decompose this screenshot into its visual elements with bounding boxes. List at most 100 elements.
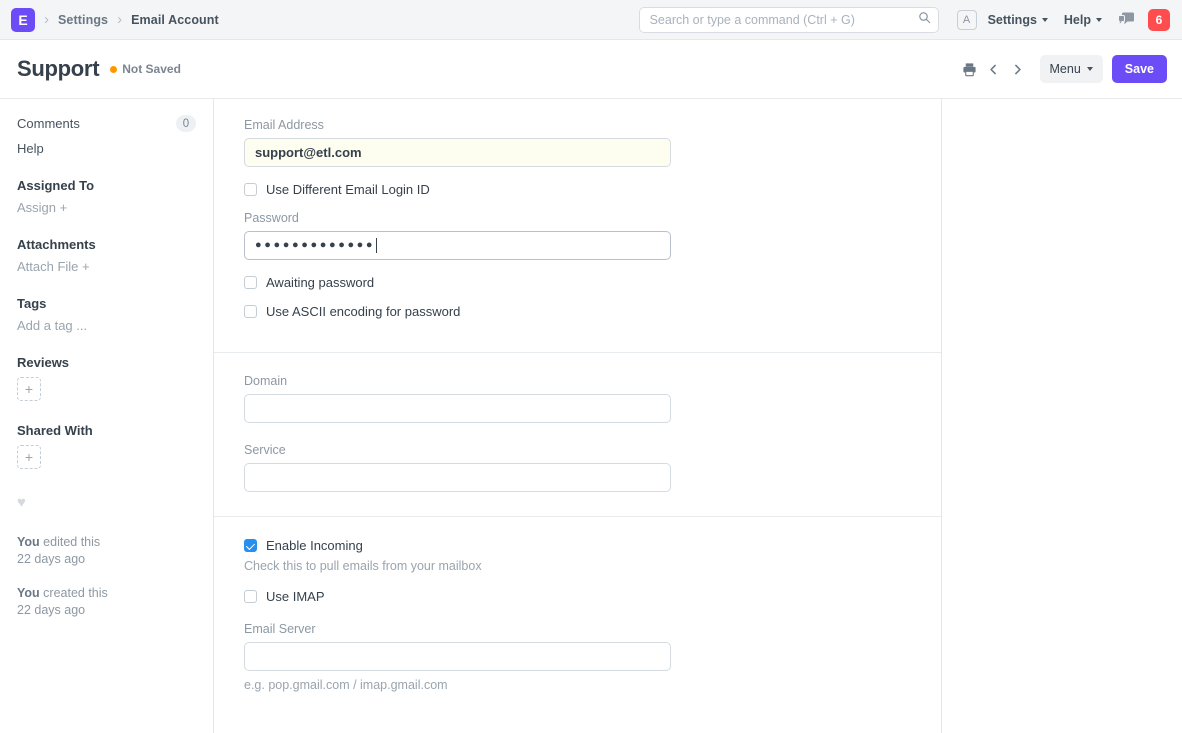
sidebar-heading-tags: Tags xyxy=(17,296,196,311)
field-service: Service xyxy=(244,443,911,492)
checkbox-use-different-login[interactable]: Use Different Email Login ID xyxy=(244,182,911,197)
status-dot-icon xyxy=(110,66,117,73)
main-form: Email Address Use Different Email Login … xyxy=(214,99,942,733)
checkbox-enable-incoming[interactable]: Enable Incoming xyxy=(244,538,911,553)
enable-incoming-label: Enable Incoming xyxy=(266,538,363,553)
activity-created-action: created this xyxy=(43,586,108,600)
next-document-button[interactable] xyxy=(1006,55,1030,83)
awaiting-password-label: Awaiting password xyxy=(266,275,374,290)
checkbox-icon xyxy=(244,539,257,552)
chevron-down-icon xyxy=(1087,67,1093,71)
sidebar-add-review-button[interactable]: + xyxy=(17,377,41,401)
right-gutter xyxy=(942,99,1182,733)
email-server-input[interactable] xyxy=(244,642,671,671)
checkbox-use-imap[interactable]: Use IMAP xyxy=(244,589,911,604)
sidebar-heading-shared-with: Shared With xyxy=(17,423,196,438)
password-label: Password xyxy=(244,211,911,225)
use-imap-label: Use IMAP xyxy=(266,589,325,604)
status-badge: Not Saved xyxy=(110,62,181,76)
sidebar-attach-file-action[interactable]: Attach File + xyxy=(17,259,196,274)
domain-input[interactable] xyxy=(244,394,671,423)
sidebar-item-comments[interactable]: Comments 0 xyxy=(17,115,196,132)
search-container xyxy=(639,7,939,33)
email-server-label: Email Server xyxy=(244,622,911,636)
activity-edited-actor: You xyxy=(17,535,40,549)
breadcrumb-separator-2: › xyxy=(117,12,122,27)
text-cursor xyxy=(376,238,377,253)
checkbox-icon xyxy=(244,305,257,318)
use-different-login-label: Use Different Email Login ID xyxy=(266,182,430,197)
chevron-down-icon xyxy=(1096,18,1102,22)
sidebar-attach-file-label: Attach File xyxy=(17,259,78,274)
titlebar-actions: Menu Save xyxy=(958,40,1167,98)
page-body: Comments 0 Help Assigned To Assign + Att… xyxy=(0,98,1182,733)
breadcrumb-settings[interactable]: Settings xyxy=(58,13,108,27)
plus-icon: + xyxy=(82,259,90,274)
sidebar-add-shared-button[interactable]: + xyxy=(17,445,41,469)
menu-button[interactable]: Menu xyxy=(1040,55,1103,83)
form-section-credentials: Email Address Use Different Email Login … xyxy=(214,99,941,353)
breadcrumb-email-account[interactable]: Email Account xyxy=(131,13,219,27)
field-email-address: Email Address xyxy=(244,118,911,167)
field-domain: Domain xyxy=(244,374,911,423)
chevron-down-icon xyxy=(1042,18,1048,22)
checkbox-ascii-encoding[interactable]: Use ASCII encoding for password xyxy=(244,304,911,319)
sidebar-add-tag-input[interactable]: Add a tag ... xyxy=(17,318,196,333)
email-server-help: e.g. pop.gmail.com / imap.gmail.com xyxy=(244,678,911,692)
sidebar-heading-reviews: Reviews xyxy=(17,355,196,370)
breadcrumb-separator-1: › xyxy=(44,12,49,27)
password-input[interactable]: ●●●●●●●●●●●●● xyxy=(244,231,671,260)
activity-edited-time: 22 days ago xyxy=(17,552,85,566)
sidebar-item-help[interactable]: Help xyxy=(17,141,196,156)
form-section-incoming: Enable Incoming Check this to pull email… xyxy=(214,517,941,711)
activity-edited: You edited this 22 days ago xyxy=(17,534,196,568)
checkbox-awaiting-password[interactable]: Awaiting password xyxy=(244,275,911,290)
search-input[interactable] xyxy=(639,7,939,33)
status-badge-label: Not Saved xyxy=(122,62,181,76)
nav-settings-menu[interactable]: Settings xyxy=(988,13,1048,27)
save-button[interactable]: Save xyxy=(1112,55,1167,83)
app-logo[interactable]: E xyxy=(11,8,35,32)
domain-label: Domain xyxy=(244,374,911,388)
navbar-right-group: A Settings Help 6 xyxy=(639,0,1170,39)
email-address-input[interactable] xyxy=(244,138,671,167)
top-navbar: E › Settings › Email Account A Settings … xyxy=(0,0,1182,40)
activity-created-time: 22 days ago xyxy=(17,603,85,617)
checkbox-icon xyxy=(244,276,257,289)
nav-settings-label: Settings xyxy=(988,13,1037,27)
activity-edited-action: edited this xyxy=(43,535,100,549)
menu-button-label: Menu xyxy=(1050,62,1081,76)
sidebar-heading-assigned-to: Assigned To xyxy=(17,178,196,193)
notification-badge[interactable]: 6 xyxy=(1148,9,1170,31)
sidebar-comments-label: Comments xyxy=(17,116,80,131)
nav-help-menu[interactable]: Help xyxy=(1064,13,1102,27)
service-label: Service xyxy=(244,443,911,457)
chat-icon[interactable] xyxy=(1118,12,1135,27)
checkbox-icon xyxy=(244,183,257,196)
service-input[interactable] xyxy=(244,463,671,492)
password-masked-value: ●●●●●●●●●●●●● xyxy=(255,240,375,251)
sidebar-heading-attachments: Attachments xyxy=(17,237,196,252)
activity-created-actor: You xyxy=(17,586,40,600)
page-title: Support xyxy=(17,56,99,82)
previous-document-button[interactable] xyxy=(982,55,1006,83)
avatar[interactable]: A xyxy=(957,10,977,30)
sidebar: Comments 0 Help Assigned To Assign + Att… xyxy=(0,99,214,733)
email-address-label: Email Address xyxy=(244,118,911,132)
ascii-encoding-label: Use ASCII encoding for password xyxy=(266,304,460,319)
activity-created: You created this 22 days ago xyxy=(17,585,196,619)
sidebar-comments-count: 0 xyxy=(176,115,196,132)
page-titlebar: Support Not Saved Menu Save xyxy=(0,40,1182,98)
print-button[interactable] xyxy=(958,55,982,83)
plus-icon: + xyxy=(60,200,68,215)
nav-help-label: Help xyxy=(1064,13,1091,27)
form-section-domain-service: Domain Service xyxy=(214,353,941,517)
sidebar-assign-action[interactable]: Assign + xyxy=(17,200,196,215)
sidebar-assign-label: Assign xyxy=(17,200,56,215)
heart-icon[interactable]: ♥ xyxy=(17,495,196,510)
sidebar-help-label: Help xyxy=(17,141,44,156)
field-password: Password ●●●●●●●●●●●●● xyxy=(244,211,911,260)
checkbox-icon xyxy=(244,590,257,603)
enable-incoming-help: Check this to pull emails from your mail… xyxy=(244,559,911,573)
field-email-server: Email Server e.g. pop.gmail.com / imap.g… xyxy=(244,622,911,692)
